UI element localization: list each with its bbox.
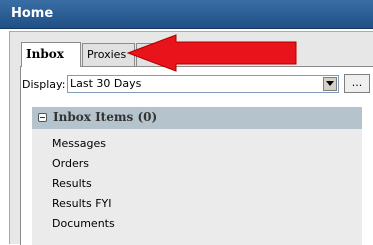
inbox-items-title: Inbox Items (0) [53,110,158,124]
more-options-button[interactable]: ... [344,74,370,93]
collapse-icon[interactable] [38,113,47,122]
list-item-results[interactable]: Results [52,177,115,197]
inbox-items-list: Messages Orders Results Results FYI Docu… [52,137,115,237]
list-item-messages[interactable]: Messages [52,137,115,157]
tab-hidden[interactable]: F [136,43,166,66]
tab-proxies[interactable]: Proxies [82,43,135,66]
list-item-orders[interactable]: Orders [52,157,115,177]
inbox-items-header[interactable]: Inbox Items (0) [32,107,362,129]
page-title: Home [11,6,54,21]
display-select[interactable]: Last 30 Days [67,75,339,93]
display-select-value: Last 30 Days [70,77,142,90]
list-item-results-fyi[interactable]: Results FYI [52,197,115,217]
inbox-items-section: Inbox Items (0) Messages Orders Results … [32,107,362,245]
tab-inbox[interactable]: Inbox [21,42,81,67]
tab-content: Display: Last 30 Days ... Inbox Items (0… [20,66,373,245]
title-bar: Home [0,0,373,29]
chevron-down-icon[interactable] [323,77,337,91]
display-label: Display: [22,78,66,91]
inbox-panel: Inbox Proxies F Display: Last 30 Days ..… [9,31,373,245]
list-item-documents[interactable]: Documents [52,217,115,237]
